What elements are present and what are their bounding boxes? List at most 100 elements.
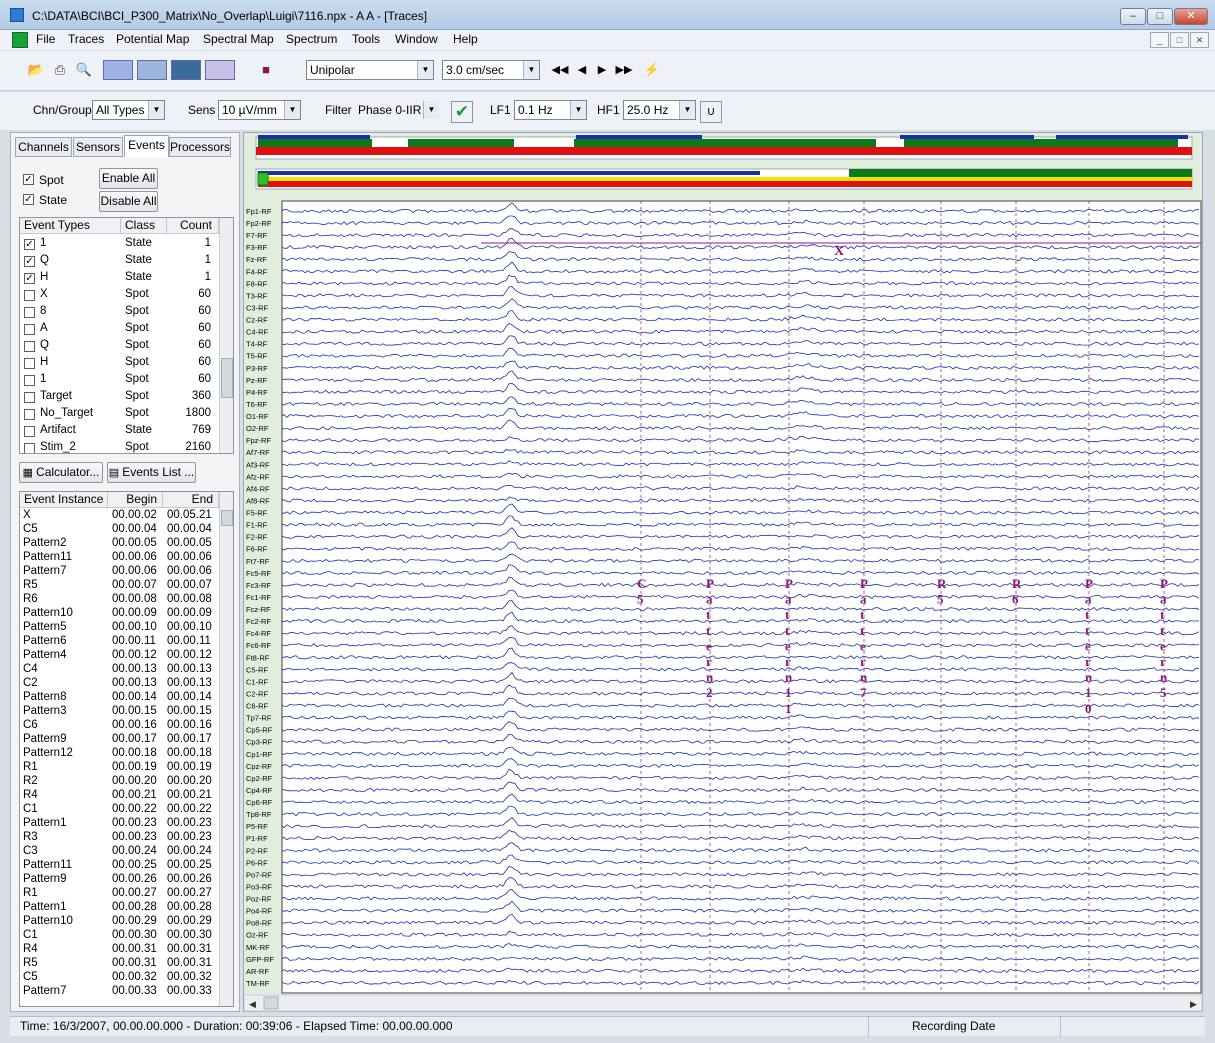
- maximize-button[interactable]: □: [1147, 8, 1173, 25]
- apply-filter-check-icon[interactable]: ✔: [451, 101, 473, 123]
- channel-label[interactable]: Tp7-RF: [246, 714, 272, 723]
- channel-label[interactable]: P4-RF: [246, 388, 268, 397]
- channel-label[interactable]: Cp6-RF: [246, 798, 273, 807]
- channel-label[interactable]: MK-RF: [246, 943, 270, 952]
- event-type-checkbox[interactable]: ✓: [24, 256, 35, 267]
- channel-label[interactable]: P1-RF: [246, 834, 268, 843]
- event-instance-row[interactable]: X 00.00.02 00.05.21: [20, 509, 219, 523]
- channel-label[interactable]: Af3-RF: [246, 460, 270, 469]
- channel-label[interactable]: Fp2-RF: [246, 219, 272, 228]
- event-instance-row[interactable]: R5 00.00.07 00.00.07: [20, 579, 219, 593]
- event-type-checkbox[interactable]: ✓: [24, 273, 35, 284]
- event-type-row[interactable]: A Spot 60: [20, 321, 219, 338]
- event-type-checkbox[interactable]: [24, 324, 35, 335]
- channel-label[interactable]: F7-RF: [246, 231, 268, 240]
- lightning-icon[interactable]: ⚡: [642, 61, 662, 79]
- channel-label[interactable]: Fc4-RF: [246, 629, 271, 638]
- event-instance-row[interactable]: R3 00.00.23 00.00.23: [20, 831, 219, 845]
- event-instance-row[interactable]: Pattern9 00.00.26 00.00.26: [20, 873, 219, 887]
- book-icon[interactable]: ■: [256, 61, 276, 79]
- channel-label[interactable]: GFP-RF: [246, 955, 274, 964]
- channel-label[interactable]: C1-RF: [246, 677, 269, 686]
- eeg-traces-canvas[interactable]: Fp1-RF Fp2-RF F7-RF F3-RF Fz-RF F4-RF F8-RF T3-…: [243, 133, 1204, 1013]
- event-type-checkbox[interactable]: [24, 426, 35, 437]
- channel-label[interactable]: Fc6-RF: [246, 641, 271, 650]
- sens-select[interactable]: 10 µV/mm ▼: [218, 100, 301, 120]
- event-type-row[interactable]: 1 Spot 60: [20, 372, 219, 389]
- event-instance-row[interactable]: R6 00.00.08 00.00.08: [20, 593, 219, 607]
- channel-label[interactable]: Af8-RF: [246, 496, 270, 505]
- menu-window[interactable]: Window: [395, 32, 438, 46]
- mdi-close-button[interactable]: ✕: [1190, 32, 1209, 48]
- event-instance-row[interactable]: Pattern4 00.00.12 00.00.12: [20, 649, 219, 663]
- menu-spectral-map[interactable]: Spectral Map: [203, 32, 274, 46]
- event-type-checkbox[interactable]: [24, 341, 35, 352]
- close-button[interactable]: ✕: [1174, 8, 1208, 25]
- spot-checkbox[interactable]: ✓: [23, 174, 34, 185]
- speed-select[interactable]: 3.0 cm/sec ▼: [442, 60, 540, 80]
- channel-label[interactable]: Afz-RF: [246, 472, 270, 481]
- channel-label[interactable]: Cp3-RF: [246, 738, 273, 747]
- channel-label[interactable]: Fc2-RF: [246, 617, 271, 626]
- last-page-icon[interactable]: ▶▶: [614, 61, 634, 79]
- first-page-icon[interactable]: ◀◀: [550, 61, 570, 79]
- event-type-row[interactable]: Target Spot 360: [20, 389, 219, 406]
- event-instance-row[interactable]: C6 00.00.16 00.00.16: [20, 719, 219, 733]
- event-instance-row[interactable]: Pattern1 00.00.28 00.00.28: [20, 901, 219, 915]
- event-instance-row[interactable]: C4 00.00.13 00.00.13: [20, 663, 219, 677]
- channel-label[interactable]: Poz-RF: [246, 895, 272, 904]
- channel-label[interactable]: Cp5-RF: [246, 726, 273, 735]
- channel-label[interactable]: Tp8-RF: [246, 810, 272, 819]
- montage-select[interactable]: Unipolar ▼: [306, 60, 434, 80]
- channel-label[interactable]: F3-RF: [246, 243, 268, 252]
- channel-label[interactable]: Fp1-RF: [246, 207, 272, 216]
- event-instance-row[interactable]: R5 00.00.31 00.00.31: [20, 957, 219, 971]
- event-instance-row[interactable]: Pattern2 00.00.05 00.00.05: [20, 537, 219, 551]
- event-instance-row[interactable]: Pattern10 00.00.09 00.00.09: [20, 607, 219, 621]
- event-instance-row[interactable]: R2 00.00.20 00.00.20: [20, 775, 219, 789]
- channel-label[interactable]: Po8-RF: [246, 919, 272, 928]
- events-list-button[interactable]: ▤ Events List ...: [107, 462, 196, 483]
- channel-label[interactable]: Af7-RF: [246, 448, 270, 457]
- column-end[interactable]: End: [163, 492, 219, 508]
- channel-label[interactable]: Cp4-RF: [246, 786, 273, 795]
- event-type-checkbox[interactable]: [24, 307, 35, 318]
- event-instance-row[interactable]: Pattern11 00.00.25 00.00.25: [20, 859, 219, 873]
- previous-page-icon[interactable]: ◀: [572, 61, 592, 79]
- channel-label[interactable]: Fc1-RF: [246, 593, 271, 602]
- channel-label[interactable]: Po7-RF: [246, 870, 272, 879]
- tab-channels[interactable]: Channels: [15, 137, 72, 157]
- event-type-row[interactable]: Artifact State 769: [20, 423, 219, 440]
- channel-label[interactable]: Ft8-RF: [246, 653, 270, 662]
- event-instance-row[interactable]: Pattern10 00.00.29 00.00.29: [20, 915, 219, 929]
- traces-view[interactable]: Fp1-RF Fp2-RF F7-RF F3-RF Fz-RF F4-RF F8-RF T3-…: [243, 132, 1203, 1012]
- channel-label[interactable]: F2-RF: [246, 533, 268, 542]
- open-folder-icon[interactable]: 📂: [26, 61, 46, 79]
- channel-label[interactable]: Pz-RF: [246, 376, 268, 385]
- channel-label[interactable]: O2-RF: [246, 424, 269, 433]
- event-instance-row[interactable]: Pattern7 00.00.06 00.00.06: [20, 565, 219, 579]
- event-instance-row[interactable]: Pattern1 00.00.23 00.00.23: [20, 817, 219, 831]
- channel-label[interactable]: P2-RF: [246, 846, 268, 855]
- event-type-checkbox[interactable]: [24, 375, 35, 386]
- event-instance-row[interactable]: R4 00.00.21 00.00.21: [20, 789, 219, 803]
- channel-label[interactable]: P6-RF: [246, 858, 268, 867]
- enable-all-button[interactable]: Enable All: [99, 168, 158, 189]
- event-type-checkbox[interactable]: ✓: [24, 239, 35, 250]
- channel-label[interactable]: Fcz-RF: [246, 605, 271, 614]
- spectral-map-view-button[interactable]: [171, 60, 201, 80]
- event-instance-row[interactable]: R1 00.00.19 00.00.19: [20, 761, 219, 775]
- channel-label[interactable]: Fz-RF: [246, 255, 267, 264]
- channel-label[interactable]: Cp1-RF: [246, 750, 273, 759]
- channel-label[interactable]: T3-RF: [246, 291, 268, 300]
- event-type-row[interactable]: Stim_2 Spot 2160: [20, 440, 219, 453]
- print-icon[interactable]: ⎙: [50, 61, 70, 79]
- column-event-instance[interactable]: Event Instance: [20, 492, 108, 508]
- event-instance-row[interactable]: C5 00.00.32 00.00.32: [20, 971, 219, 985]
- mdi-restore-button[interactable]: □: [1170, 32, 1189, 48]
- event-type-row[interactable]: 8 Spot 60: [20, 304, 219, 321]
- channel-label[interactable]: F8-RF: [246, 279, 268, 288]
- minimize-button[interactable]: –: [1120, 8, 1146, 25]
- column-begin[interactable]: Begin: [108, 492, 163, 508]
- event-types-list[interactable]: Event Types Class Count ✓ 1 State 1 ✓ Q State 1…: [19, 217, 234, 454]
